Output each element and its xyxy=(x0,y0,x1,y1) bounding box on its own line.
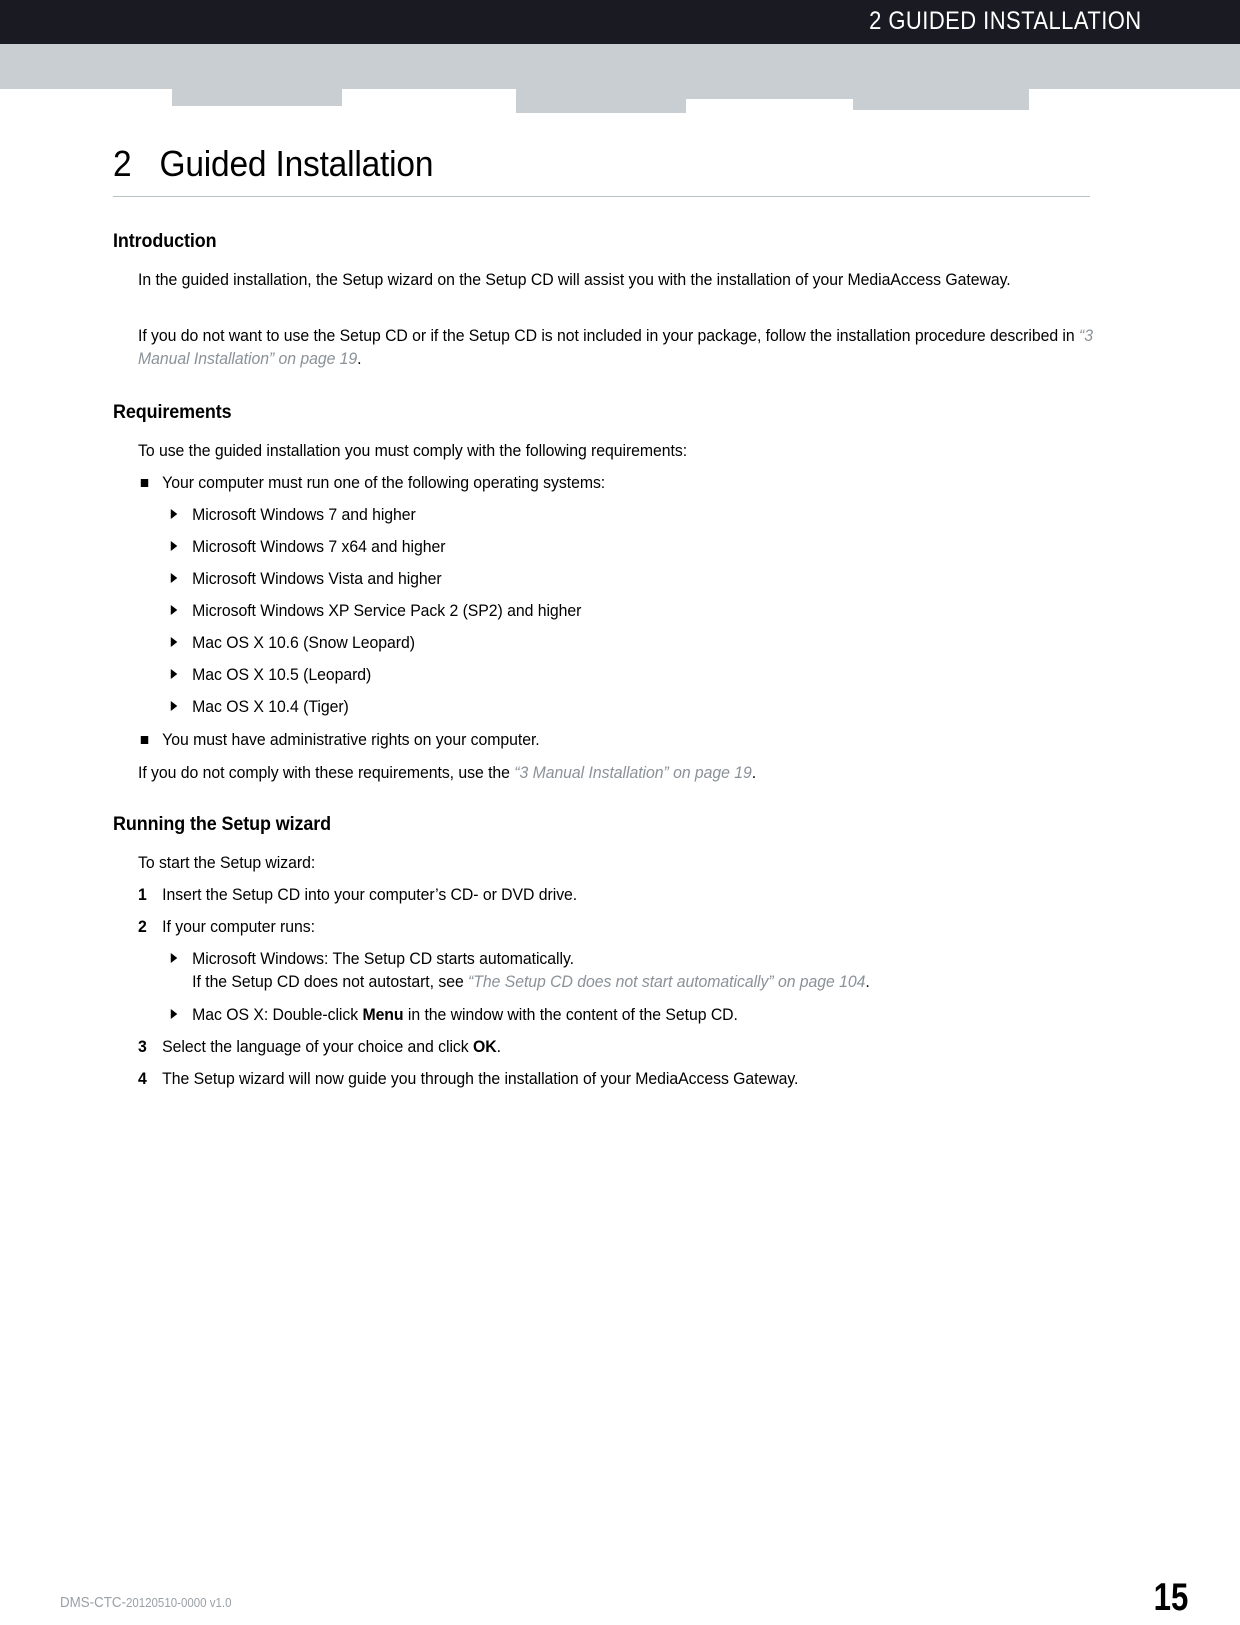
intro-paragraph-1: In the guided installation, the Setup wi… xyxy=(138,268,1096,291)
triangle-bullet-icon xyxy=(170,701,178,711)
numbered-step-tail: . xyxy=(496,1037,501,1056)
footer-doc-code-suffix: 20120510-0000 v1.0 xyxy=(125,1596,232,1610)
numbered-step: 4 The Setup wizard will now guide you th… xyxy=(138,1067,1046,1090)
list-item: Mac OS X 10.5 (Leopard) xyxy=(168,663,1029,686)
square-bullet-icon xyxy=(140,479,149,487)
page-number: 15 xyxy=(1153,1576,1188,1619)
triangle-bullet-icon xyxy=(170,637,178,647)
chapter-title-text: Guided Installation xyxy=(159,143,434,184)
running-header-title: 2 GUIDED INSTALLATION xyxy=(869,7,1142,35)
section-heading-running-setup-wizard: Running the Setup wizard xyxy=(113,813,332,835)
section-heading-introduction: Introduction xyxy=(113,230,217,252)
list-item: Microsoft Windows 7 and higher xyxy=(168,503,1029,526)
list-item: You must have administrative rights on y… xyxy=(138,728,999,751)
header-decoration-band xyxy=(0,44,1240,89)
list-item-label: Mac OS X 10.5 (Leopard) xyxy=(192,665,372,684)
square-bullet-icon xyxy=(140,736,149,744)
numbered-step-label: If your computer runs: xyxy=(162,917,315,936)
requirements-closing: If you do not comply with these requirem… xyxy=(138,761,1022,784)
list-item-label: Microsoft Windows XP Service Pack 2 (SP2… xyxy=(192,601,582,620)
list-item: Mac OS X 10.6 (Snow Leopard) xyxy=(168,631,1029,654)
list-item: Your computer must run one of the follow… xyxy=(138,471,999,494)
requirements-intro: To use the guided installation you must … xyxy=(138,441,688,460)
numbered-step-label: Select the language of your choice and c… xyxy=(162,1037,473,1056)
triangle-bullet-icon xyxy=(170,1009,178,1019)
xref-setup-cd-autostart[interactable]: “The Setup CD does not start automatical… xyxy=(468,972,865,991)
section-heading-requirements: Requirements xyxy=(113,401,232,423)
list-item-label: Microsoft Windows Vista and higher xyxy=(192,569,442,588)
list-item-tail: in the window with the content of the Se… xyxy=(403,1005,738,1024)
list-item-label: Mac OS X 10.6 (Snow Leopard) xyxy=(192,633,415,652)
numbered-step: 3 Select the language of your choice and… xyxy=(138,1035,1046,1058)
list-item: Microsoft Windows: The Setup CD starts a… xyxy=(168,947,1085,993)
decor-block-3 xyxy=(686,89,853,99)
chapter-title-rule xyxy=(113,196,1090,197)
footer-document-code: DMS-CTC-20120510-0000 v1.0 xyxy=(60,1595,231,1611)
list-item: Microsoft Windows Vista and higher xyxy=(168,567,1029,590)
decor-block-1 xyxy=(172,89,342,106)
triangle-bullet-icon xyxy=(170,953,178,963)
step-number: 4 xyxy=(138,1069,147,1088)
list-item-label: Mac OS X 10.4 (Tiger) xyxy=(192,697,349,716)
list-item: Microsoft Windows 7 x64 and higher xyxy=(168,535,1029,558)
document-page: 2 GUIDED INSTALLATION 2 Guided Installati… xyxy=(0,0,1240,1625)
list-item-secondary-label: If the Setup CD does not autostart, see xyxy=(192,972,469,991)
list-item: Mac OS X 10.4 (Tiger) xyxy=(168,695,1029,718)
setup-wizard-intro: To start the Setup wizard: xyxy=(138,853,316,872)
decor-block-2 xyxy=(516,89,686,113)
xref-manual-installation-2[interactable]: “3 Manual Installation” on page 19 xyxy=(514,763,752,782)
numbered-step: 1 Insert the Setup CD into your computer… xyxy=(138,883,1046,906)
intro-paragraph-1-text: In the guided installation, the Setup wi… xyxy=(138,270,1011,289)
list-item-tail: . xyxy=(865,972,870,991)
step-number: 3 xyxy=(138,1037,147,1056)
emphasis-ok: OK xyxy=(472,1037,497,1056)
numbered-step-label: The Setup wizard will now guide you thro… xyxy=(162,1069,799,1088)
list-item-label: Your computer must run one of the follow… xyxy=(162,473,606,492)
decor-block-4 xyxy=(853,89,1029,110)
triangle-bullet-icon xyxy=(170,509,178,519)
footer-doc-code-prefix: DMS-CTC- xyxy=(60,1595,126,1611)
chapter-number: 2 xyxy=(113,143,132,184)
list-item: Microsoft Windows XP Service Pack 2 (SP2… xyxy=(168,599,1029,622)
list-item-label: Microsoft Windows 7 and higher xyxy=(192,505,416,524)
chapter-title: 2 Guided Installation xyxy=(113,143,433,185)
list-item: Mac OS X: Double-click Menu in the windo… xyxy=(168,1003,1085,1026)
numbered-step: 2 If your computer runs: xyxy=(138,915,1046,938)
requirements-closing-tail: . xyxy=(751,763,757,782)
step-number: 1 xyxy=(138,885,147,904)
intro-paragraph-2-lead: If you do not want to use the Setup CD o… xyxy=(138,326,1079,345)
triangle-bullet-icon xyxy=(170,541,178,551)
list-item-label: Microsoft Windows 7 x64 and higher xyxy=(192,537,446,556)
intro-paragraph-2: If you do not want to use the Setup CD o… xyxy=(138,324,1101,370)
list-item-label: You must have administrative rights on y… xyxy=(162,730,540,749)
step-number: 2 xyxy=(138,917,147,936)
triangle-bullet-icon xyxy=(170,573,178,583)
requirements-closing-lead: If you do not comply with these requirem… xyxy=(138,763,515,782)
emphasis-menu: Menu xyxy=(362,1005,404,1024)
list-item-label: Microsoft Windows: The Setup CD starts a… xyxy=(192,949,574,968)
list-item-label: Mac OS X: Double-click xyxy=(192,1005,363,1024)
intro-paragraph-2-tail: . xyxy=(357,349,362,368)
numbered-step-label: Insert the Setup CD into your computer’s… xyxy=(162,885,578,904)
triangle-bullet-icon xyxy=(170,605,178,615)
triangle-bullet-icon xyxy=(170,669,178,679)
